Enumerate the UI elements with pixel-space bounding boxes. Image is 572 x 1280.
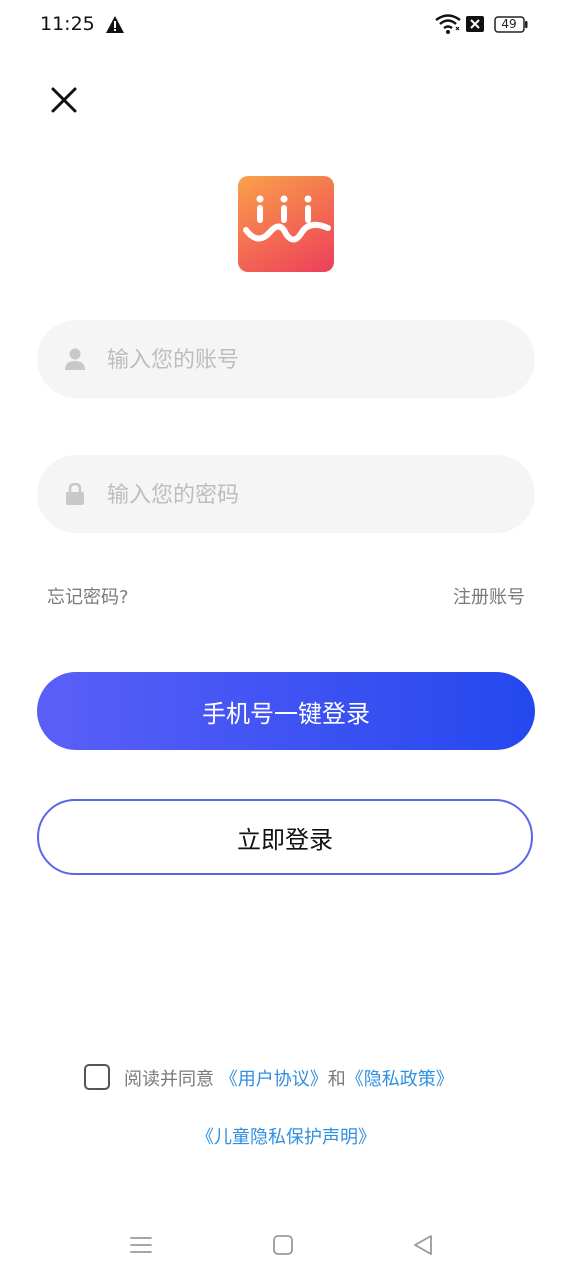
child-privacy-container: 《儿童隐私保护声明》 xyxy=(0,1123,572,1149)
nav-menu-button[interactable] xyxy=(130,1235,152,1255)
status-time: 11:25 xyxy=(40,13,95,35)
agreement-checkbox[interactable] xyxy=(84,1064,110,1090)
close-button[interactable] xyxy=(48,84,80,116)
agreement-prefix: 阅读并同意 xyxy=(124,1069,214,1090)
agreement-and: 和 xyxy=(327,1069,346,1090)
login-button[interactable]: 立即登录 xyxy=(37,799,533,875)
account-input[interactable] xyxy=(105,320,509,400)
register-link[interactable]: 注册账号 xyxy=(453,583,525,609)
wifi-icon xyxy=(435,14,461,34)
password-field[interactable] xyxy=(37,455,535,535)
close-icon xyxy=(51,87,77,113)
home-icon xyxy=(273,1235,293,1255)
sim-icon xyxy=(466,16,484,32)
back-icon xyxy=(414,1235,432,1255)
password-input[interactable] xyxy=(105,455,509,535)
nav-back-button[interactable] xyxy=(413,1234,433,1256)
app-logo xyxy=(238,176,334,272)
forgot-password-link[interactable]: 忘记密码? xyxy=(47,583,129,609)
alert-icon xyxy=(106,16,124,33)
account-field[interactable] xyxy=(37,320,535,400)
menu-icon xyxy=(130,1237,152,1253)
child-privacy-link[interactable]: 《儿童隐私保护声明》 xyxy=(196,1127,376,1148)
privacy-policy-link[interactable]: 《隐私政策》 xyxy=(346,1069,454,1090)
nav-home-button[interactable] xyxy=(273,1235,293,1255)
user-icon xyxy=(65,348,85,370)
lock-icon xyxy=(66,483,84,505)
user-agreement-link[interactable]: 《用户协议》 xyxy=(220,1069,328,1090)
agreement-text: 阅读并同意 《用户协议》和《隐私政策》 xyxy=(124,1065,454,1091)
battery-level: 49 xyxy=(501,17,517,31)
phone-one-key-login-button[interactable]: 手机号一键登录 xyxy=(37,672,535,750)
battery-icon: 49 xyxy=(494,16,528,33)
